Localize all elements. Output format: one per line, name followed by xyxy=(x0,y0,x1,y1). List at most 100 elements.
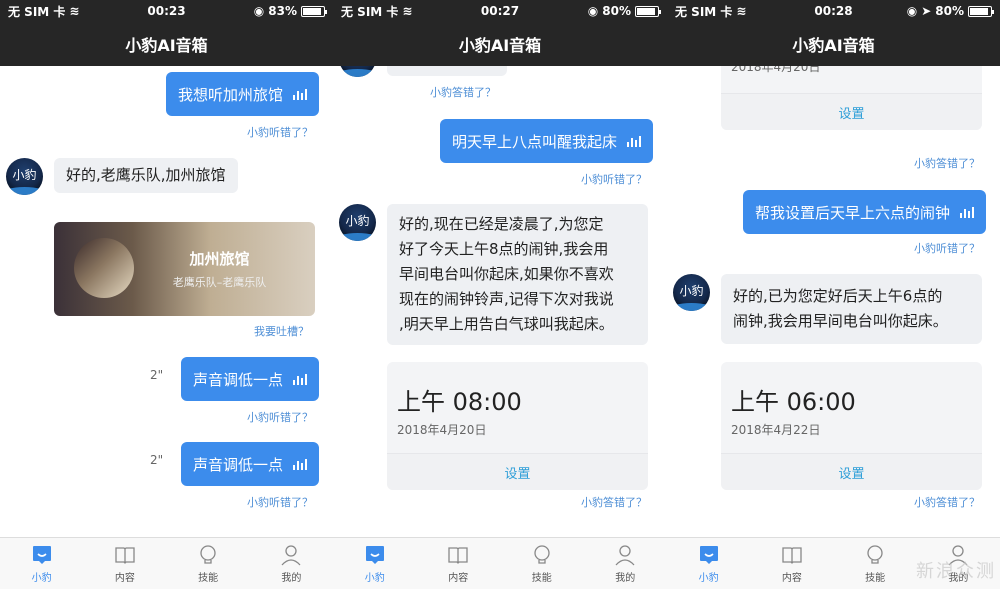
status-bar: 无 SIM 卡 ≋ 00:23 ◉ 83% xyxy=(0,0,333,22)
wrong-answer-feedback-link[interactable]: 小豹答错了？ xyxy=(430,84,496,100)
person-icon xyxy=(615,544,635,565)
user-message[interactable]: 声音调低一点 xyxy=(180,357,319,401)
top-bar: 无 SIM 卡 ≋ 00:27 ◉ 80% 小豹AI音箱 xyxy=(333,0,667,66)
chat-bubble-icon xyxy=(699,545,718,564)
status-time: 00:23 xyxy=(147,4,186,18)
voice-wave-icon xyxy=(293,458,307,470)
page-title: 小豹AI音箱 xyxy=(792,36,875,55)
orientation-lock-icon: ◉ xyxy=(253,4,265,18)
song-artist: 老鹰乐队–老鹰乐队 xyxy=(172,276,267,289)
voice-duration: 2" xyxy=(150,453,164,467)
voice-wave-icon xyxy=(627,135,641,147)
voice-duration: 2" xyxy=(150,368,164,382)
status-bar: 无 SIM 卡 ≋ 00:27 ◉ 80% xyxy=(333,0,667,22)
tab-xiaobao[interactable]: 小豹 xyxy=(667,538,750,589)
lightbulb-icon xyxy=(867,544,883,564)
voice-wave-icon xyxy=(293,373,307,385)
alarm-date: 2018年4月20日 xyxy=(731,66,821,74)
bot-avatar: 小豹 xyxy=(339,204,376,241)
chat-list[interactable]: 2018年4月20日 设置 小豹答错了？ 帮我设置后天早上六点的闹钟 小豹听错了… xyxy=(667,66,1000,537)
misheard-feedback-link[interactable]: 小豹听错了？ xyxy=(247,494,313,510)
chat-bubble-icon xyxy=(365,545,384,564)
tab-skills[interactable]: 技能 xyxy=(500,538,584,589)
wifi-icon: ≋ xyxy=(736,4,747,18)
bot-message: 好的,已为您定好后天上午6点的 闹钟,我会用早间电台叫你起床。 xyxy=(721,274,982,344)
misheard-feedback-link[interactable]: 小豹听错了？ xyxy=(247,124,313,140)
battery-percent: 80% xyxy=(935,4,964,18)
tab-content[interactable]: 内容 xyxy=(750,538,833,589)
music-card[interactable]: 加州旅馆 老鹰乐队–老鹰乐队 xyxy=(54,222,315,316)
alarm-card-partial: 2018年4月20日 设置 xyxy=(721,66,982,130)
misheard-feedback-link[interactable]: 小豹听错了？ xyxy=(247,409,313,425)
status-time: 00:28 xyxy=(814,4,853,18)
user-message[interactable]: 帮我设置后天早上六点的闹钟 xyxy=(742,190,986,234)
book-icon xyxy=(448,546,468,564)
alarm-date: 2018年4月20日 xyxy=(397,423,487,437)
status-time: 00:27 xyxy=(480,4,520,18)
phone-screen-2: 无 SIM 卡≋ 00:27 ◉80% 小豹AI音箱 小豹 小豹答错了？ 明天早… xyxy=(333,0,667,589)
chat-bubble-icon xyxy=(32,545,51,564)
person-icon xyxy=(281,544,301,565)
alarm-time: 上午 06:00 xyxy=(731,388,856,416)
tab-xiaobao[interactable]: 小豹 xyxy=(333,538,417,589)
tab-content[interactable]: 内容 xyxy=(83,538,166,589)
tab-xiaobao[interactable]: 小豹 xyxy=(0,538,83,589)
carrier-label: 无 SIM 卡 xyxy=(341,4,399,19)
alarm-card: 上午 08:00 2018年4月20日 设置 xyxy=(387,362,648,490)
battery-icon xyxy=(634,5,661,17)
bot-message: 好的,现在已经是凌晨了,为您定 好了今天上午8点的闹钟,我会用 早间电台叫你起床… xyxy=(387,204,648,345)
phone-screen-1: 无 SIM 卡 ≋ 00:23 ◉ 83% 小豹AI音箱 我想听加州旅馆 小豹听错了… xyxy=(0,0,333,589)
carrier-label: 无 SIM 卡 xyxy=(8,4,66,19)
lightbulb-icon xyxy=(534,544,550,564)
alarm-settings-button[interactable]: 设置 xyxy=(721,453,982,490)
alarm-settings-button[interactable]: 设置 xyxy=(387,453,648,490)
wrong-answer-feedback-link[interactable]: 小豹答错了？ xyxy=(914,155,980,171)
orientation-lock-icon: ◉ xyxy=(587,4,599,18)
phone-screen-3: 无 SIM 卡 ≋ 00:28 ◉ ➤ 80% 小豹AI音箱 2018年4月20日 设… xyxy=(667,0,1000,589)
wifi-icon: ≋ xyxy=(69,4,80,18)
status-bar: 无 SIM 卡 ≋ 00:28 ◉ ➤ 80% xyxy=(667,0,1000,22)
user-message[interactable]: 声音调低一点 xyxy=(180,442,319,486)
wrong-answer-feedback-link[interactable]: 小豹答错了？ xyxy=(914,494,980,510)
bot-message: 好的,老鹰乐队,加州旅馆 xyxy=(54,158,238,193)
page-title: 小豹AI音箱 xyxy=(125,36,208,55)
battery-percent: 83% xyxy=(268,4,297,18)
misheard-feedback-link[interactable]: 小豹听错了？ xyxy=(914,240,980,256)
user-message[interactable]: 我想听加州旅馆 xyxy=(165,72,319,116)
bot-avatar: 小豹 xyxy=(673,274,710,311)
bot-avatar: 小豹 xyxy=(6,158,43,195)
alarm-date: 2018年4月22日 xyxy=(731,423,821,437)
complain-link[interactable]: 我要吐槽？ xyxy=(254,323,309,339)
watermark: 新浪众测 xyxy=(916,561,996,582)
page-title: 小豹AI音箱 xyxy=(458,36,542,55)
battery-percent: 80% xyxy=(602,4,631,18)
tab-bar: 小豹 内容 技能 我的 xyxy=(333,537,667,589)
tab-skills[interactable]: 技能 xyxy=(834,538,917,589)
wifi-icon: ≋ xyxy=(402,4,413,18)
battery-icon xyxy=(300,5,327,17)
tab-mine[interactable]: 我的 xyxy=(250,538,333,589)
song-title: 加州旅馆 xyxy=(189,250,250,268)
wrong-answer-feedback-link[interactable]: 小豹答错了？ xyxy=(581,494,647,510)
book-icon xyxy=(782,546,802,564)
top-bar: 无 SIM 卡 ≋ 00:23 ◉ 83% 小豹AI音箱 xyxy=(0,0,333,66)
bot-message-partial xyxy=(387,66,507,76)
tab-content[interactable]: 内容 xyxy=(417,538,501,589)
tab-mine[interactable]: 我的 xyxy=(584,538,668,589)
tab-skills[interactable]: 技能 xyxy=(167,538,250,589)
bot-avatar: 小豹 xyxy=(339,66,376,77)
battery-icon xyxy=(967,5,994,17)
carrier-label: 无 SIM 卡 xyxy=(675,4,733,19)
voice-wave-icon xyxy=(960,206,974,218)
chat-list[interactable]: 我想听加州旅馆 小豹听错了？ 小豹 好的,老鹰乐队,加州旅馆 加州旅馆 老鹰乐队… xyxy=(0,66,333,537)
alarm-card: 上午 06:00 2018年4月22日 设置 xyxy=(721,362,982,490)
alarm-settings-button[interactable]: 设置 xyxy=(721,93,982,130)
lightbulb-icon xyxy=(200,544,216,564)
tab-bar: 小豹 内容 技能 我的 xyxy=(0,537,333,589)
top-bar: 无 SIM 卡 ≋ 00:28 ◉ ➤ 80% 小豹AI音箱 xyxy=(667,0,1000,66)
misheard-feedback-link[interactable]: 小豹听错了？ xyxy=(581,171,647,187)
chat-list[interactable]: 小豹 小豹答错了？ 明天早上八点叫醒我起床 小豹听错了？ 小豹 好的,现在已经是… xyxy=(333,66,667,537)
user-message[interactable]: 明天早上八点叫醒我起床 xyxy=(439,119,653,163)
voice-wave-icon xyxy=(293,88,307,100)
orientation-lock-icon: ◉ xyxy=(906,4,918,18)
